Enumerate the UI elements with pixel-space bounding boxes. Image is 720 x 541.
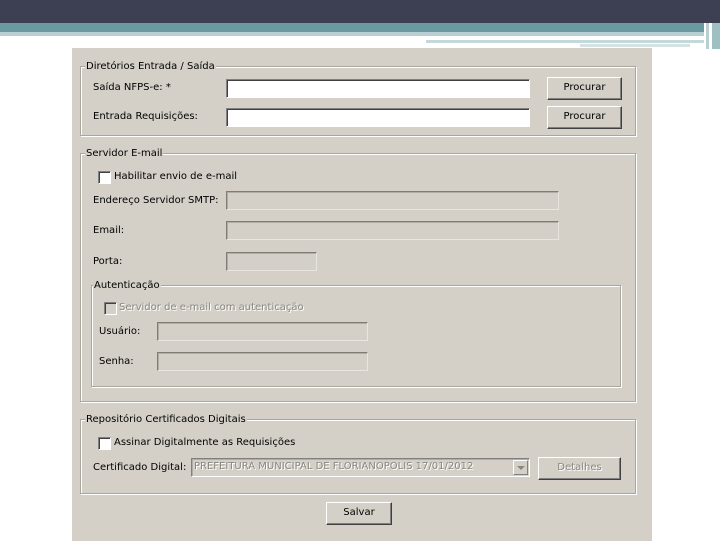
- email-label: Email:: [93, 225, 125, 236]
- auth-legend: Autenticação: [93, 279, 161, 292]
- auth-checkbox-label[interactable]: Servidor de e-mail com autenticação: [119, 302, 304, 314]
- user-input[interactable]: [157, 322, 368, 341]
- input-dir-label: Entrada Requisições:: [93, 111, 198, 122]
- sign-requests-checkbox[interactable]: [98, 437, 111, 450]
- browse-output-button[interactable]: Procurar: [547, 77, 622, 100]
- password-input[interactable]: [157, 352, 368, 371]
- output-dir-input[interactable]: [226, 79, 530, 98]
- port-label: Porta:: [93, 256, 123, 267]
- certificate-label: Certificado Digital:: [93, 462, 187, 473]
- user-label: Usuário:: [99, 326, 141, 337]
- slide-header-line: [426, 40, 720, 43]
- port-input[interactable]: [226, 252, 317, 271]
- email-server-legend: Servidor E-mail: [85, 147, 164, 160]
- settings-dialog: Diretórios Entrada / Saída Saída NFPS-e:…: [71, 47, 652, 541]
- smtp-input[interactable]: [226, 191, 559, 210]
- chevron-down-icon[interactable]: [513, 460, 528, 475]
- enable-email-label[interactable]: Habilitar envio de e-mail: [114, 171, 237, 183]
- certificates-legend: Repositório Certificados Digitais: [85, 413, 247, 426]
- slide-header-edge: [704, 23, 720, 49]
- certificate-selected-value: PREFEITURA MUNICIPAL DE FLORIANOPOLIS 17…: [194, 461, 474, 472]
- save-button[interactable]: Salvar: [326, 502, 392, 525]
- sign-requests-label[interactable]: Assinar Digitalmente as Requisições: [114, 437, 295, 449]
- auth-checkbox[interactable]: [104, 302, 117, 315]
- output-dir-label: Saída NFPS-e: *: [93, 82, 171, 93]
- slide-header-stripe: [0, 32, 720, 36]
- enable-email-checkbox[interactable]: [98, 171, 111, 184]
- password-label: Senha:: [99, 356, 134, 367]
- browse-input-button[interactable]: Procurar: [547, 106, 622, 129]
- email-input[interactable]: [226, 221, 559, 240]
- certificate-select[interactable]: PREFEITURA MUNICIPAL DE FLORIANOPOLIS 17…: [191, 458, 530, 477]
- slide-header-bar: [0, 0, 720, 23]
- input-dir-input[interactable]: [226, 108, 530, 127]
- smtp-label: Endereço Servidor SMTP:: [93, 195, 219, 206]
- slide-header-accent: [0, 23, 720, 32]
- directories-legend: Diretórios Entrada / Saída: [85, 60, 216, 73]
- details-button[interactable]: Detalhes: [538, 457, 621, 480]
